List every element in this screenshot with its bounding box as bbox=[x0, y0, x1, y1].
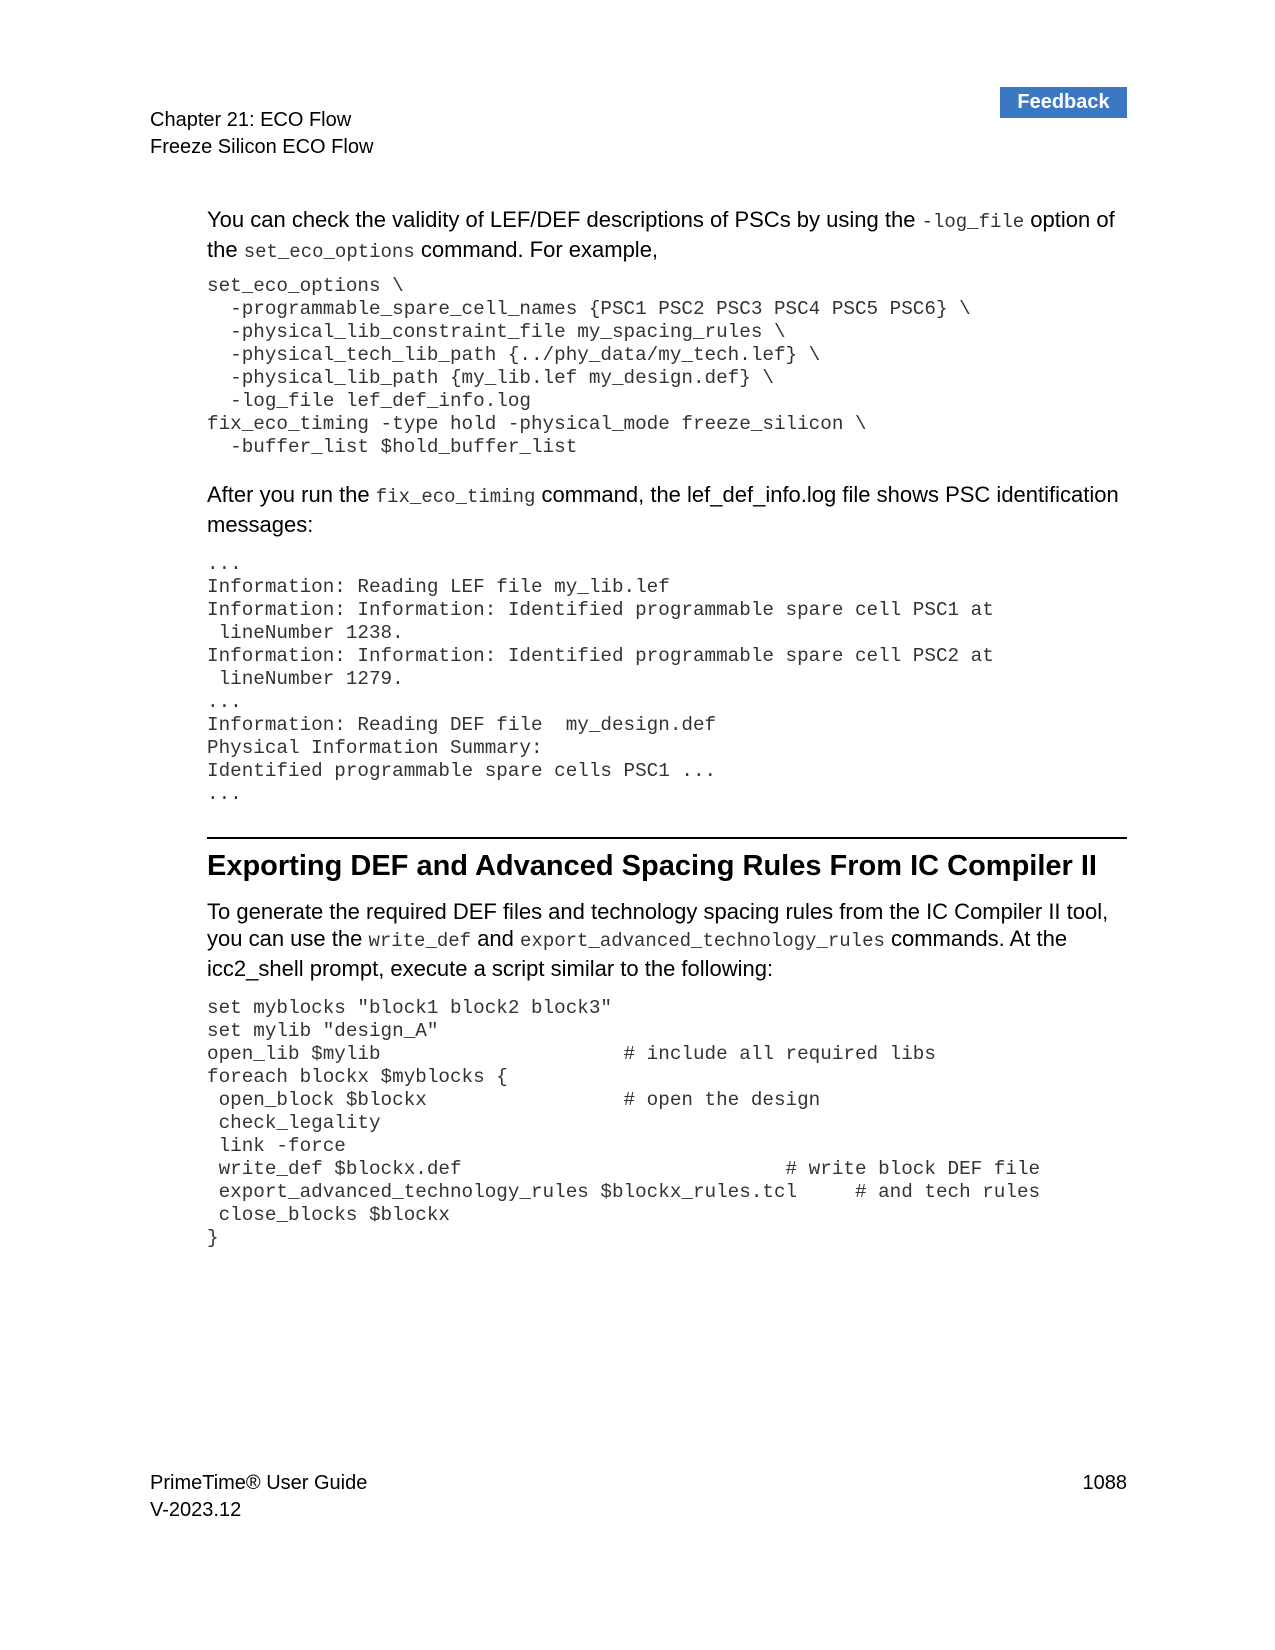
inline-code: export_advanced_technology_rules bbox=[520, 930, 885, 952]
code-listing: set myblocks "block1 block2 block3" set … bbox=[207, 997, 1041, 1249]
code-block-set-eco-options: set_eco_options \ -programmable_spare_ce… bbox=[207, 275, 971, 459]
page-number: 1088 bbox=[1082, 1472, 1128, 1494]
feedback-button[interactable]: Feedback bbox=[1000, 87, 1127, 118]
text-run: You can check the validity of LEF/DEF de… bbox=[207, 207, 922, 232]
code-block-log-output: ... Information: Reading LEF file my_lib… bbox=[207, 553, 994, 806]
inline-code: -log_file bbox=[921, 211, 1025, 233]
code-listing: ... Information: Reading LEF file my_lib… bbox=[207, 553, 994, 805]
code-block-icc2-script: set myblocks "block1 block2 block3" set … bbox=[207, 997, 1040, 1250]
code-listing: set_eco_options \ -programmable_spare_ce… bbox=[207, 275, 971, 458]
text-run: After you run the bbox=[207, 482, 376, 507]
paragraph-text: You can check the validity of LEF/DEF de… bbox=[207, 206, 1127, 266]
chapter-title: Chapter 21: ECO Flow bbox=[150, 109, 352, 131]
text-run: command. For example, bbox=[414, 237, 659, 262]
guide-version: V-2023.12 bbox=[150, 1499, 242, 1521]
running-header: Chapter 21: ECO Flow Freeze Silicon ECO … bbox=[150, 107, 373, 161]
section-heading: Exporting DEF and Advanced Spacing Rules… bbox=[207, 850, 1097, 882]
guide-title: PrimeTime® User Guide bbox=[150, 1472, 368, 1494]
section-name: Freeze Silicon ECO Flow bbox=[150, 136, 374, 158]
inline-code: write_def bbox=[368, 930, 472, 952]
paragraph-text: After you run the fix_eco_timing command… bbox=[207, 481, 1127, 538]
paragraph-generate-def: To generate the required DEF files and t… bbox=[207, 898, 1127, 982]
paragraph-text: To generate the required DEF files and t… bbox=[207, 898, 1127, 982]
paragraph-log-file-intro: You can check the validity of LEF/DEF de… bbox=[207, 206, 1127, 266]
page-footer: PrimeTime® User Guide V-2023.12 bbox=[150, 1470, 367, 1524]
section-divider bbox=[207, 837, 1127, 839]
inline-code: fix_eco_timing bbox=[375, 486, 536, 508]
text-run: and bbox=[471, 926, 521, 951]
paragraph-after-run: After you run the fix_eco_timing command… bbox=[207, 481, 1127, 538]
inline-code: set_eco_options bbox=[243, 241, 415, 263]
